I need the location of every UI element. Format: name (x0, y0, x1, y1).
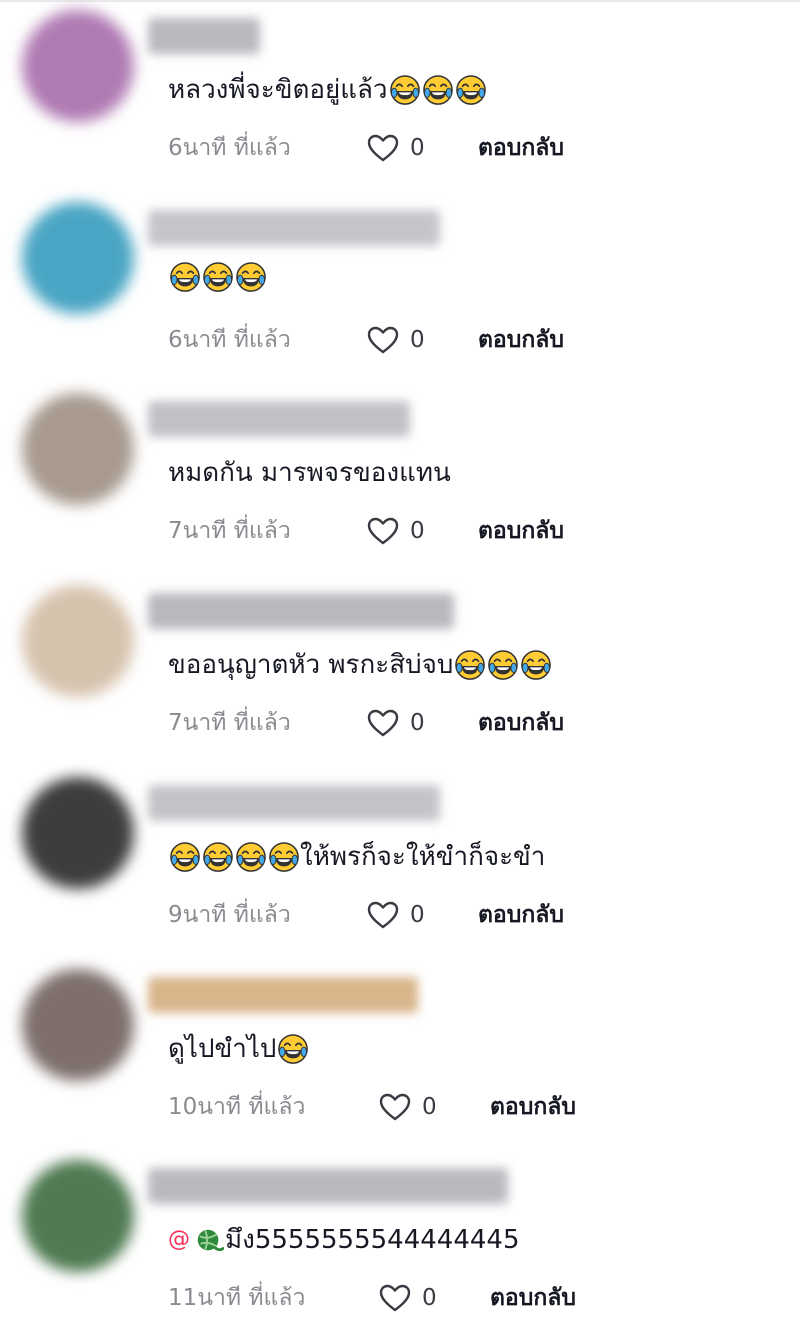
comment-meta: 11นาที ที่แล้ว 0 ตอบกลับ (168, 1278, 576, 1318)
heart-icon[interactable] (366, 324, 400, 356)
avatar[interactable] (22, 969, 134, 1081)
heart-icon[interactable] (366, 899, 400, 931)
comment-text: ขออนุญาตหัว พรกะสิบ่จบ (168, 645, 552, 685)
username-blurred[interactable] (148, 977, 418, 1013)
tears-of-joy-emoji (455, 75, 486, 105)
comment-text-segment: ให้พรก็จะให้ขำก็จะขำ (300, 842, 546, 872)
comment-text: ดูไปขำไป (168, 1029, 309, 1069)
avatar[interactable] (22, 202, 134, 314)
heart-icon[interactable] (366, 515, 400, 547)
like-button[interactable]: 0 (366, 707, 478, 739)
avatar[interactable] (22, 777, 134, 889)
comment-meta: 9นาที ที่แล้ว 0 ตอบกลับ (168, 895, 564, 935)
comment-item: @ มึง5555555544444445 11นาที ที่แล้ว 0 ตอบก… (0, 1150, 800, 1342)
avatar[interactable] (22, 393, 134, 505)
tears-of-joy-emoji (521, 650, 552, 680)
tears-of-joy-emoji (170, 262, 200, 292)
timestamp: 6นาที ที่แล้ว (168, 327, 291, 353)
comment-item: ให้พรก็จะให้ขำก็จะขำ 9นาที ที่แล้ว 0 ตอบกลั… (0, 767, 800, 959)
comment-item: 6นาที ที่แล้ว 0 ตอบกลับ (0, 192, 800, 384)
like-count: 0 (422, 1285, 437, 1311)
comment-item: ดูไปขำไป 10นาที ที่แล้ว 0 ตอบกลับ (0, 959, 800, 1151)
like-button[interactable]: 0 (366, 899, 478, 931)
timestamp: 7นาที ที่แล้ว (168, 710, 291, 736)
tears-of-joy-emoji (236, 262, 266, 292)
timestamp: 7นาที ที่แล้ว (168, 518, 291, 544)
tears-of-joy-emoji (422, 75, 453, 105)
timestamp: 9นาที ที่แล้ว (168, 902, 291, 928)
timestamp: 10นาที ที่แล้ว (168, 1094, 306, 1120)
username-blurred[interactable] (148, 18, 260, 54)
timestamp: 6นาที ที่แล้ว (168, 135, 291, 161)
like-count: 0 (410, 902, 425, 928)
comment-text-segment: ขออนุญาตหัว พรกะสิบ่จบ (168, 650, 454, 680)
mention-link[interactable]: @ (168, 1220, 190, 1260)
comment-text: @ มึง5555555544444445 (168, 1220, 520, 1260)
avatar[interactable] (22, 585, 134, 697)
reply-button[interactable]: ตอบกลับ (478, 705, 564, 741)
comment-meta: 7นาที ที่แล้ว 0 ตอบกลับ (168, 511, 564, 551)
avatar[interactable] (22, 10, 134, 122)
like-button[interactable]: 0 (366, 132, 478, 164)
timestamp: 11นาที ที่แล้ว (168, 1285, 306, 1311)
tears-of-joy-emoji (269, 842, 299, 872)
comment-meta: 10นาที ที่แล้ว 0 ตอบกลับ (168, 1087, 576, 1127)
tears-of-joy-emoji (278, 1034, 309, 1064)
tears-of-joy-emoji (389, 75, 420, 105)
reply-button[interactable]: ตอบกลับ (478, 322, 564, 358)
reply-button[interactable]: ตอบกลับ (478, 897, 564, 933)
username-blurred[interactable] (148, 401, 410, 437)
like-button[interactable]: 0 (366, 324, 478, 356)
like-button[interactable]: 0 (366, 515, 478, 547)
reply-button[interactable]: ตอบกลับ (478, 513, 564, 549)
comment-text: หลวงพี่จะขิตอยู่แล้ว (168, 70, 487, 110)
comment-text-segment: หลวงพี่จะขิตอยู่แล้ว (168, 75, 388, 105)
comment-text-segment: มึง5555555544444445 (225, 1225, 520, 1255)
comment-item: หลวงพี่จะขิตอยู่แล้ว 6นาที ที่แล้ว 0 ตอบกลั… (0, 0, 800, 192)
like-count: 0 (422, 1094, 437, 1120)
comment-text-segment: หมดกัน มารพจรของแทน (168, 458, 451, 488)
comment-meta: 6นาที ที่แล้ว 0 ตอบกลับ (168, 128, 564, 168)
like-count: 0 (410, 710, 425, 736)
comment-text-segment: ดูไปขำไป (168, 1034, 277, 1064)
reply-button[interactable]: ตอบกลับ (490, 1089, 576, 1125)
heart-icon[interactable] (378, 1091, 412, 1123)
green-ball-emoji (194, 1225, 224, 1255)
comment-text (168, 262, 267, 292)
like-count: 0 (410, 518, 425, 544)
reply-button[interactable]: ตอบกลับ (478, 130, 564, 166)
like-button[interactable]: 0 (378, 1282, 490, 1314)
tears-of-joy-emoji (236, 842, 266, 872)
tears-of-joy-emoji (203, 842, 233, 872)
comment-text: หมดกัน มารพจรของแทน (168, 453, 451, 493)
comment-meta: 7นาที ที่แล้ว 0 ตอบกลับ (168, 703, 564, 743)
heart-icon[interactable] (366, 132, 400, 164)
tears-of-joy-emoji (203, 262, 233, 292)
username-blurred[interactable] (148, 210, 440, 246)
heart-icon[interactable] (366, 707, 400, 739)
reply-button[interactable]: ตอบกลับ (490, 1280, 576, 1316)
like-count: 0 (410, 135, 425, 161)
comment-item: ขออนุญาตหัว พรกะสิบ่จบ 7นาที ที่แล้ว 0 ตอบก… (0, 575, 800, 767)
comment-meta: 6นาที ที่แล้ว 0 ตอบกลับ (168, 320, 564, 360)
username-blurred[interactable] (148, 1168, 508, 1204)
tears-of-joy-emoji (170, 842, 200, 872)
comment-item: หมดกัน มารพจรของแทน 7นาที ที่แล้ว 0 ตอบกลับ (0, 383, 800, 575)
comment-text: ให้พรก็จะให้ขำก็จะขำ (168, 837, 545, 877)
avatar[interactable] (22, 1160, 134, 1272)
username-blurred[interactable] (148, 785, 440, 821)
tears-of-joy-emoji (455, 650, 486, 680)
username-blurred[interactable] (148, 593, 454, 629)
like-button[interactable]: 0 (378, 1091, 490, 1123)
tears-of-joy-emoji (488, 650, 519, 680)
like-count: 0 (410, 327, 425, 353)
heart-icon[interactable] (378, 1282, 412, 1314)
